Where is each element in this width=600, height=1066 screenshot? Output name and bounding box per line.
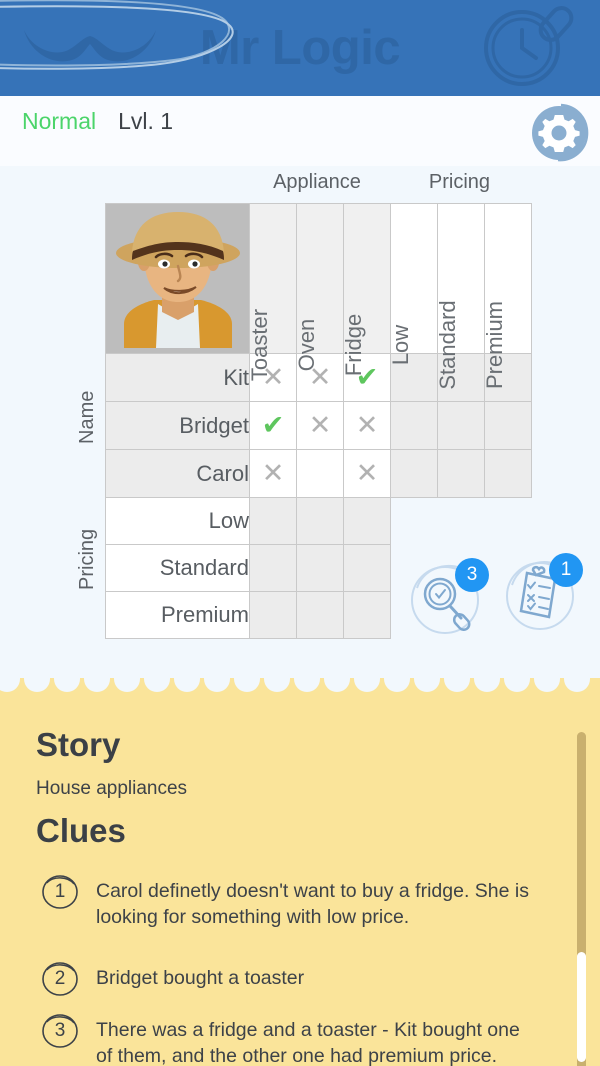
grid-cell-standard-oven[interactable] xyxy=(296,544,344,592)
difficulty-label: Normal xyxy=(22,107,97,134)
list-item: 1 Carol definetly doesn't want to buy a … xyxy=(40,872,540,930)
mark-x: ✕ xyxy=(355,458,379,488)
grid-cell-standard-toaster[interactable] xyxy=(249,544,297,592)
category-label-pricing: Pricing xyxy=(428,171,491,193)
grid-cell-premium-toaster[interactable] xyxy=(249,591,297,639)
grid-cell-bridget-premium[interactable] xyxy=(484,401,532,450)
column-header-premium: Premium xyxy=(482,203,532,389)
table-row: Low xyxy=(105,497,532,545)
column-header-label: Fridge xyxy=(341,313,366,377)
table-row: Bridget ✔ ✕ ✕ xyxy=(105,401,532,450)
hint-badge: 3 xyxy=(455,558,489,592)
clue-text: Carol definetly doesn't want to buy a fr… xyxy=(96,880,529,928)
mark-x: ✕ xyxy=(261,458,285,488)
notes-badge: 1 xyxy=(549,553,583,587)
grid-cell-carol-toaster[interactable]: ✕ xyxy=(249,449,297,498)
column-header-standard: Standard xyxy=(435,203,485,390)
grid-cell-bridget-standard[interactable] xyxy=(437,401,485,450)
mark-x: ✕ xyxy=(355,410,379,440)
story-panel: Story House appliances Clues 1 Carol def… xyxy=(0,678,600,1066)
clue-text: There was a fridge and a toaster - Kit b… xyxy=(96,1019,520,1066)
level-pill-outline xyxy=(0,0,234,70)
scallop-edge xyxy=(0,678,600,694)
clue-number: 2 xyxy=(54,968,66,989)
column-header-label: Premium xyxy=(482,300,507,390)
row-header-standard: Standard xyxy=(105,544,250,592)
grid-cell-carol-premium[interactable] xyxy=(484,449,532,498)
notes-button[interactable]: 1 xyxy=(503,553,583,631)
clue-text: Bridget bought a toaster xyxy=(96,967,305,989)
column-header-low: Low xyxy=(388,203,438,365)
side-category-name: Name xyxy=(76,390,98,444)
grid-cell-carol-standard[interactable] xyxy=(437,449,485,498)
mark-x: ✕ xyxy=(308,410,332,440)
grid-cell-carol-oven[interactable] xyxy=(296,449,344,498)
scrollbar-thumb[interactable] xyxy=(577,952,586,1062)
grid-cell-standard-fridge[interactable] xyxy=(343,544,391,592)
grid-cell-low-fridge[interactable] xyxy=(343,497,391,545)
row-header-carol: Carol xyxy=(105,449,250,498)
column-header-oven: Oven xyxy=(294,203,344,371)
clue-number-badge: 2 xyxy=(40,959,80,999)
clue-number-badge: 3 xyxy=(40,1011,80,1051)
grid-cell-bridget-toaster[interactable]: ✔ xyxy=(249,401,297,450)
gear-icon xyxy=(532,103,589,162)
grid-cell-low-toaster[interactable] xyxy=(249,497,297,545)
side-category-pricing: Pricing xyxy=(76,528,98,590)
magnifying-glass-icon xyxy=(484,6,574,86)
clue-number: 3 xyxy=(54,1020,66,1041)
story-text: House appliances xyxy=(36,778,188,799)
column-header-toaster: Toaster xyxy=(247,203,297,381)
category-label-appliance: Appliance xyxy=(273,171,361,193)
row-header-premium: Premium xyxy=(105,591,250,639)
column-header-label: Low xyxy=(388,324,413,366)
column-header-label: Standard xyxy=(435,300,460,390)
column-header-label: Oven xyxy=(294,318,319,372)
clues-heading: Clues xyxy=(36,812,126,849)
grid-header-row: Toaster Oven Fridge Low Standard Premium xyxy=(105,203,532,390)
mark-check: ✔ xyxy=(261,410,285,440)
row-header-bridget: Bridget xyxy=(105,401,250,450)
row-header-low: Low xyxy=(105,497,250,545)
grid-cell-bridget-low[interactable] xyxy=(390,401,438,450)
table-row: Carol ✕ ✕ xyxy=(105,449,532,498)
clue-number: 1 xyxy=(54,881,66,902)
grid-cell-premium-oven[interactable] xyxy=(296,591,344,639)
grid-cell-bridget-oven[interactable]: ✕ xyxy=(296,401,344,450)
clue-number-badge: 1 xyxy=(40,872,80,912)
grid-cell-low-oven[interactable] xyxy=(296,497,344,545)
list-item: 2 Bridget bought a toaster xyxy=(40,959,540,999)
row-header-kit: Kit xyxy=(105,353,250,402)
grid-cell-bridget-fridge[interactable]: ✕ xyxy=(343,401,391,450)
detective-avatar xyxy=(105,203,250,354)
grid-cell-premium-fridge[interactable] xyxy=(343,591,391,639)
grid-cell-carol-fridge[interactable]: ✕ xyxy=(343,449,391,498)
settings-button[interactable] xyxy=(528,102,590,164)
hint-button[interactable]: 3 xyxy=(409,558,489,636)
list-item: 3 There was a fridge and a toaster - Kit… xyxy=(40,1011,540,1066)
column-header-label: Toaster xyxy=(247,308,272,382)
level-indicator[interactable]: Normal Lvl. 1 xyxy=(22,98,173,144)
grid-cell-carol-low[interactable] xyxy=(390,449,438,498)
column-header-fridge: Fridge xyxy=(341,203,391,376)
level-label: Lvl. 1 xyxy=(118,107,174,134)
story-heading: Story xyxy=(36,726,121,763)
